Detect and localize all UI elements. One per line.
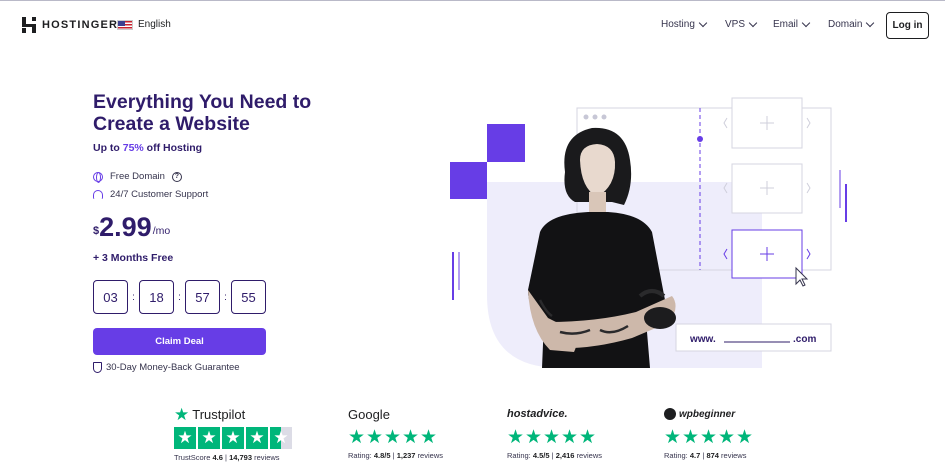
rating-label: Rating:: [664, 451, 688, 460]
hostadvice-logo: hostadvice.: [507, 404, 602, 424]
rating-wpbeginner[interactable]: wpbeginner ★ ★ ★ ★ ★ Rating: 4.7 | 874 r…: [664, 404, 754, 460]
star-icon: ★: [700, 427, 718, 448]
rating-source-name: hostadvice.: [507, 408, 568, 420]
star-icon: ★: [222, 427, 244, 449]
rating-source-name: wpbeginner: [679, 408, 736, 420]
rating-separator: |: [225, 453, 227, 462]
rating-google[interactable]: Google ★ ★ ★ ★ ★ Rating: 4.8/5 | 1,237 r…: [348, 404, 443, 461]
star-icon: ★: [561, 427, 579, 448]
url-prefix: www.: [689, 334, 716, 345]
star-icon: ★: [682, 427, 700, 448]
half-star-icon: ★: [270, 427, 292, 449]
rating-stars: ★ ★ ★ ★ ★: [507, 427, 602, 448]
rating-label: Rating:: [348, 451, 372, 460]
rating-meta: Rating: 4.7 | 874 reviews: [664, 451, 751, 460]
hero-illustration: www. .com: [450, 97, 847, 368]
rating-stars: ★ ★ ★ ★ ★: [664, 427, 754, 448]
star-icon: ★: [348, 427, 366, 448]
star-icon: ★: [384, 427, 402, 448]
reviews-label: reviews: [254, 453, 280, 462]
google-logo: Google: [348, 404, 443, 424]
rating-meta: Rating: 4.8/5 | 1,237 reviews: [348, 451, 443, 460]
review-count: 1,237: [396, 451, 416, 460]
star-icon: ★: [246, 427, 268, 449]
star-icon: ★: [507, 427, 525, 448]
purple-square: [487, 124, 525, 162]
reviews-label: reviews: [417, 451, 443, 460]
star-icon: ★: [579, 427, 597, 448]
review-count: 14,793: [229, 453, 253, 462]
rating-meta: Rating: 4.5/5 | 2,416 reviews: [507, 451, 602, 460]
reviews-label: reviews: [576, 451, 602, 460]
purple-square: [450, 162, 487, 199]
star-icon: ★: [543, 427, 561, 448]
star-icon: ★: [736, 427, 754, 448]
star-icon: ★: [366, 427, 384, 448]
rating-trustpilot[interactable]: ★ Trustpilot ★ ★ ★ ★ ★ TrustScore 4.6 | …: [174, 404, 292, 462]
star-icon: ★: [718, 427, 736, 448]
star-icon: ★: [525, 427, 543, 448]
window-dot: [583, 114, 589, 120]
window-dot: [592, 114, 598, 120]
rating-stars: ★ ★ ★ ★ ★: [348, 427, 443, 448]
rating-label: TrustScore: [174, 453, 211, 462]
rating-score: 4.7: [689, 451, 701, 460]
star-icon: ★: [664, 427, 682, 448]
rating-score: 4.5/5: [532, 451, 550, 460]
wpbeginner-logo: wpbeginner: [664, 404, 751, 424]
url-suffix: .com: [793, 334, 816, 345]
window-dot: [601, 114, 607, 120]
star-icon: ★: [402, 427, 420, 448]
rating-source-name: Google: [348, 406, 390, 422]
trustpilot-star-icon: ★: [174, 404, 190, 424]
rating-meta: TrustScore 4.6 | 14,793 reviews: [174, 453, 292, 462]
rating-label: Rating:: [507, 451, 531, 460]
rating-separator: |: [551, 451, 554, 460]
review-count: 2,416: [555, 451, 575, 460]
rating-stars: ★ ★ ★ ★ ★: [174, 427, 292, 449]
star-icon: ★: [420, 427, 438, 448]
rating-separator: |: [702, 451, 705, 460]
rating-score: 4.8/5: [373, 451, 391, 460]
reviews-label: reviews: [721, 451, 747, 460]
review-count: 874: [706, 451, 719, 460]
guide-dot: [697, 136, 703, 142]
trustpilot-logo: ★ Trustpilot: [174, 404, 292, 424]
star-icon: ★: [174, 427, 196, 449]
star-icon: ★: [198, 427, 220, 449]
rating-source-name: Trustpilot: [192, 406, 246, 422]
wpbeginner-icon: [664, 408, 676, 420]
rating-score: 4.6: [212, 453, 223, 462]
rating-separator: |: [392, 451, 395, 460]
rating-hostadvice[interactable]: hostadvice. ★ ★ ★ ★ ★ Rating: 4.5/5 | 2,…: [507, 404, 602, 460]
